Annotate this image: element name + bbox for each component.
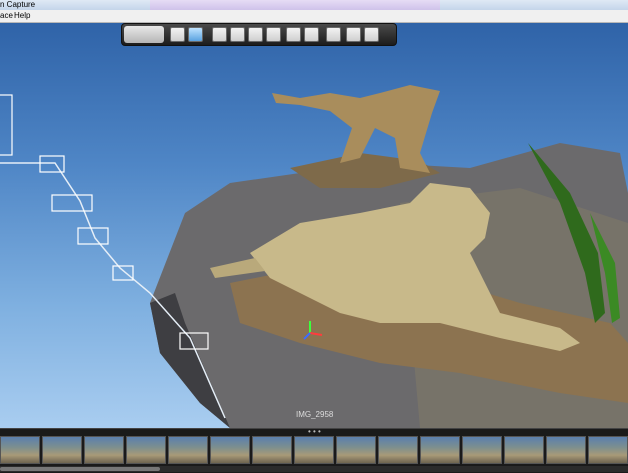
filmstrip-scrollbar[interactable] — [0, 466, 628, 472]
filmstrip: • • • — [0, 428, 628, 473]
select-arrow-icon[interactable] — [170, 27, 185, 42]
thumbnail[interactable] — [210, 436, 250, 464]
camera-frustum — [77, 227, 109, 245]
image-icon[interactable] — [230, 27, 245, 42]
thumbnail[interactable] — [84, 436, 124, 464]
diamond-icon[interactable] — [286, 27, 301, 42]
camera-frustum — [39, 155, 65, 173]
camera-icon[interactable] — [124, 26, 164, 43]
thumbnail[interactable] — [504, 436, 544, 464]
thumbnail[interactable] — [0, 436, 40, 464]
filmstrip-grip-icon[interactable]: • • • — [308, 428, 321, 436]
thumbnail[interactable] — [294, 436, 334, 464]
thumbnail[interactable] — [462, 436, 502, 464]
thumbnail[interactable] — [546, 436, 586, 464]
image-label: IMG_2958 — [296, 410, 334, 419]
cube-export-icon[interactable] — [346, 27, 361, 42]
thumbnail[interactable] — [252, 436, 292, 464]
thumbnail[interactable] — [588, 436, 628, 464]
thumbnail[interactable] — [126, 436, 166, 464]
thumbnail[interactable] — [336, 436, 376, 464]
title-tabstrip — [150, 0, 440, 10]
camera-frustum — [112, 265, 134, 281]
menu-item-help[interactable]: Help — [14, 10, 30, 22]
youtube-icon[interactable] — [304, 27, 319, 42]
menu-item-space[interactable]: ace — [0, 10, 13, 22]
window-title: n Capture — [0, 0, 36, 9]
camera-frustum — [0, 94, 13, 156]
scene-canvas — [0, 85, 628, 428]
thumbnail-strip — [0, 436, 628, 464]
3d-viewport[interactable]: IMG_2958 — [0, 23, 628, 428]
camera-frustum — [51, 194, 93, 212]
menu-bar: ace Help — [0, 10, 628, 23]
move-camera-icon[interactable] — [248, 27, 263, 42]
thumbnail[interactable] — [378, 436, 418, 464]
thumbnail[interactable] — [168, 436, 208, 464]
thumbnail[interactable] — [420, 436, 460, 464]
camera-view-icon[interactable] — [266, 27, 281, 42]
select-region-icon[interactable] — [188, 27, 203, 42]
scrollbar-thumb[interactable] — [0, 467, 160, 471]
page-icon[interactable] — [364, 27, 379, 42]
title-bar: n Capture — [0, 0, 628, 10]
paint-select-icon[interactable] — [212, 27, 227, 42]
thumbnail[interactable] — [42, 436, 82, 464]
main-toolbar — [121, 23, 397, 46]
eyedropper-icon[interactable] — [326, 27, 341, 42]
